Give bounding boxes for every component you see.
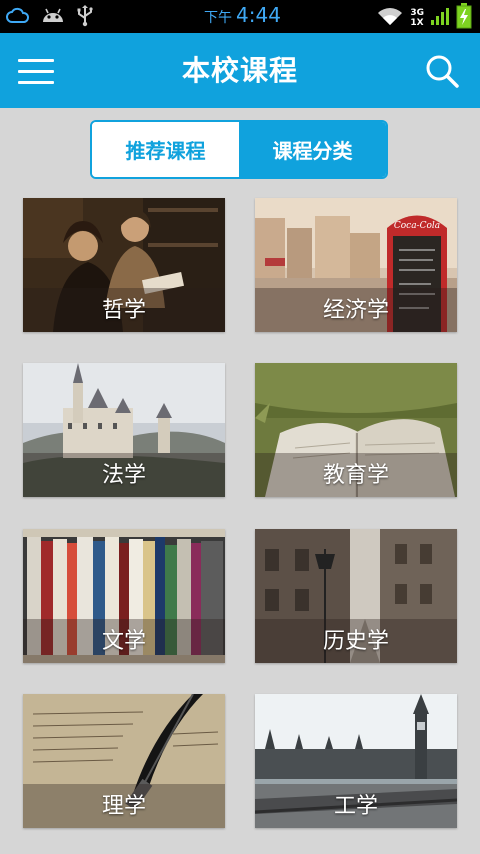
course-card-label: 工学 [333, 794, 378, 819]
course-card-label: 理学 [101, 794, 146, 819]
course-card-economics[interactable]: Coca-Cola 经济学 [255, 198, 457, 332]
course-card-science[interactable]: 理学 [23, 694, 225, 828]
course-card-label: 经济学 [322, 298, 389, 323]
course-card-law[interactable]: 法学 [23, 363, 225, 497]
svg-text:Coca-Cola: Coca-Cola [394, 221, 440, 231]
course-card-label: 教育学 [322, 463, 389, 488]
course-card-engineering[interactable]: 工学 [255, 694, 457, 828]
course-card-education[interactable]: 教育学 [255, 363, 457, 497]
course-card-label: 法学 [101, 463, 146, 488]
course-card-label: 文学 [101, 629, 146, 654]
course-card-label: 哲学 [101, 298, 146, 323]
course-card-label: 历史学 [322, 629, 389, 654]
course-card-philosophy[interactable]: 哲学 [23, 198, 225, 332]
course-grid: 哲学 Coca-Cola 经济学 法学 教育学 文学 历史学 理学 工学 [0, 0, 480, 854]
course-card-history[interactable]: 历史学 [255, 529, 457, 663]
course-card-literature[interactable]: 文学 [23, 529, 225, 663]
